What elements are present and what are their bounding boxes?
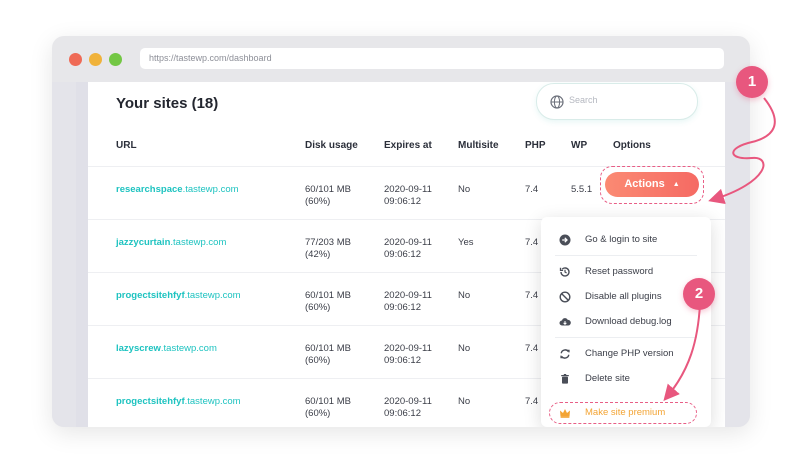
crown-icon: [560, 409, 570, 418]
trash-icon: [561, 374, 569, 384]
window-close-dot[interactable]: [69, 53, 82, 66]
page-viewport: Your sites (18) Search URL Disk usage Ex…: [52, 82, 750, 427]
site-url-link[interactable]: jazzycurtain.tastewp.com: [116, 237, 226, 249]
column-header-disk-usage: Disk usage: [305, 140, 358, 151]
step-1-badge: 1: [736, 66, 768, 98]
expires-value: 2020-09-11 09:06:12: [384, 184, 432, 207]
sync-icon: [560, 349, 570, 359]
column-header-expires-at: Expires at: [384, 140, 432, 151]
disk-usage-value: 60/101 MB (60%): [305, 343, 351, 366]
column-header-php: PHP: [525, 140, 546, 151]
expires-value: 2020-09-11 09:06:12: [384, 343, 432, 366]
browser-window: https://tastewp.com/dashboard Your sites…: [52, 36, 750, 427]
search-placeholder: Search: [569, 95, 598, 105]
wp-version-value: 5.5.1: [571, 184, 593, 195]
column-header-url: URL: [116, 140, 137, 151]
page-title: Your sites (18): [116, 95, 219, 112]
site-url-link[interactable]: researchspace.tastewp.com: [116, 184, 239, 196]
step-2-badge: 2: [683, 278, 715, 310]
sidebar-rail: [76, 82, 88, 427]
arrow-right-circle-icon: [559, 234, 571, 246]
php-version-value: 7.4: [525, 290, 539, 301]
multisite-value: Yes: [458, 237, 474, 248]
expires-value: 2020-09-11 09:06:12: [384, 237, 432, 260]
disk-usage-value: 60/101 MB (60%): [305, 184, 351, 207]
expires-value: 2020-09-11 09:06:12: [384, 290, 432, 313]
cloud-download-icon: [559, 318, 571, 326]
column-header-wp: WP: [571, 140, 588, 151]
caret-up-icon: ▲: [672, 181, 680, 188]
actions-dropdown-menu: Go & login to site Reset password Disabl…: [541, 217, 711, 427]
site-url-link[interactable]: lazyscrew.tastewp.com: [116, 343, 217, 355]
site-url-link[interactable]: progectsitehfyf.tastewp.com: [116, 290, 241, 302]
column-header-options: Options: [613, 140, 651, 151]
actions-button[interactable]: Actions ▲: [605, 172, 699, 197]
php-version-value: 7.4: [525, 184, 539, 195]
php-version-value: 7.4: [525, 237, 539, 248]
browser-chrome: https://tastewp.com/dashboard: [52, 36, 750, 82]
php-version-value: 7.4: [525, 343, 539, 354]
actions-highlight: Actions ▲: [600, 166, 704, 204]
multisite-value: No: [458, 184, 471, 195]
expires-value: 2020-09-11 09:06:12: [384, 396, 432, 419]
column-header-multisite: Multisite: [458, 140, 499, 151]
actions-button-label: Actions: [624, 178, 665, 190]
address-bar[interactable]: https://tastewp.com/dashboard: [140, 48, 724, 69]
sites-panel: Your sites (18) Search URL Disk usage Ex…: [88, 82, 725, 427]
globe-icon: [550, 95, 564, 109]
search-input[interactable]: Search: [536, 83, 698, 120]
window-minimize-dot[interactable]: [89, 53, 102, 66]
multisite-value: No: [458, 343, 471, 354]
window-maximize-dot[interactable]: [109, 53, 122, 66]
site-url-link[interactable]: progectsitehfyf.tastewp.com: [116, 396, 241, 408]
menu-divider: [555, 337, 697, 338]
ban-icon: [559, 291, 571, 303]
disk-usage-value: 60/101 MB (60%): [305, 396, 351, 419]
history-icon: [559, 267, 570, 277]
multisite-value: No: [458, 396, 471, 407]
php-version-value: 7.4: [525, 396, 539, 407]
menu-divider: [555, 255, 697, 256]
disk-usage-value: 60/101 MB (60%): [305, 290, 351, 313]
disk-usage-value: 77/203 MB (42%): [305, 237, 351, 260]
multisite-value: No: [458, 290, 471, 301]
